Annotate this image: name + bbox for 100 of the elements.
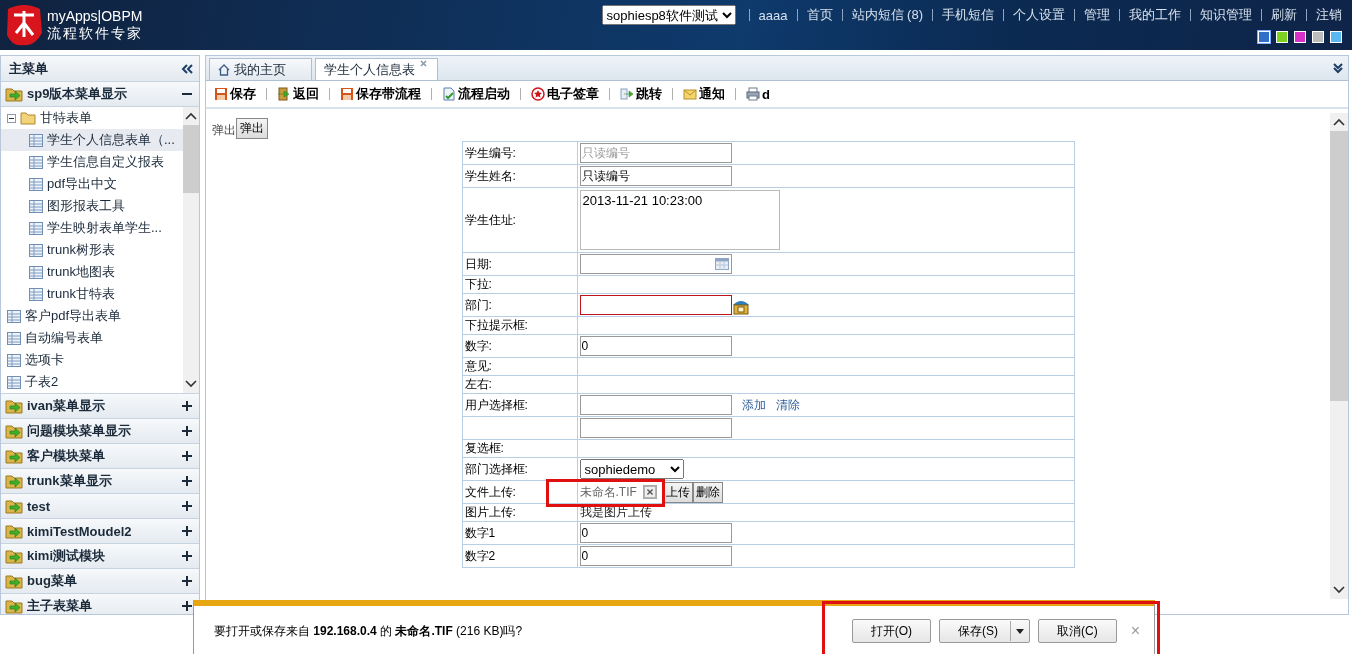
tree-item[interactable]: 学生信息自定义报表 <box>1 151 183 173</box>
tree-item[interactable]: pdf导出中文 <box>1 173 183 195</box>
link[interactable]: 清除 <box>775 398 800 412</box>
input-field[interactable]: 0 <box>579 336 732 356</box>
link[interactable]: 添加 <box>741 398 766 412</box>
popup-label: 弹出 <box>212 122 236 139</box>
scroll-down-icon <box>1333 586 1345 594</box>
input-field[interactable] <box>579 418 732 438</box>
tree-item[interactable]: 图形报表工具 <box>1 195 183 217</box>
tree-item[interactable]: 自动编号表单 <box>1 327 183 349</box>
toolbar-button[interactable]: 保存带流程 <box>338 84 423 104</box>
calendar-icon <box>714 258 729 270</box>
input-field[interactable] <box>579 295 732 315</box>
tree-item[interactable]: 子表2 <box>1 371 183 393</box>
field-label: 下拉提示框: <box>462 316 577 335</box>
nav-link[interactable]: 首页 <box>806 6 833 24</box>
scrollbar[interactable] <box>183 107 199 393</box>
toolbar-button[interactable]: 电子签章 <box>529 84 601 104</box>
toolbar-button[interactable]: 跳转 <box>618 84 664 104</box>
menu-group[interactable]: 客户模块菜单 <box>1 444 199 469</box>
theme-swatch[interactable] <box>1276 31 1288 43</box>
table-icon <box>29 177 43 191</box>
file-name: 未命名.TIF <box>579 483 637 501</box>
scroll-thumb[interactable] <box>1330 131 1348 401</box>
theme-swatch[interactable] <box>1258 31 1270 43</box>
printer-icon <box>746 87 760 101</box>
theme-swatch[interactable] <box>1330 31 1342 43</box>
toolbar-button[interactable]: 通知 <box>681 84 727 104</box>
expand-icon <box>181 500 193 512</box>
app-select[interactable]: sophiesp8软件测试 <box>601 5 736 25</box>
folder-arrow-icon <box>5 598 23 614</box>
nav-link[interactable]: 站内短信 (8) <box>851 6 923 24</box>
text-area[interactable]: 2013-11-21 10:23:00 <box>579 190 780 250</box>
date-field[interactable] <box>579 254 732 274</box>
double-chevron-icon[interactable] <box>181 63 193 74</box>
nav-link[interactable]: 我的工作 <box>1129 6 1181 24</box>
download-message: 要打开或保存来自 192.168.0.4 的 未命名.TIF (216 KB)吗? <box>213 622 523 640</box>
remove-icon[interactable] <box>642 485 657 499</box>
toolbar-button[interactable]: d <box>744 85 772 103</box>
tree-item[interactable]: trunk甘特表 <box>1 283 183 305</box>
dropdown[interactable]: sophiedemo <box>579 459 684 479</box>
menu-group[interactable]: test <box>1 494 199 519</box>
theme-swatch[interactable] <box>1312 31 1324 43</box>
menu-group[interactable]: kimiTestMoudel2 <box>1 519 199 544</box>
menu-group[interactable]: sp9版本菜单显示 <box>1 82 199 107</box>
nav-link[interactable]: 刷新 <box>1271 6 1297 24</box>
menu-group[interactable]: kimi测试模块 <box>1 544 199 569</box>
button[interactable]: 打开(O) <box>851 619 931 643</box>
tree-item[interactable]: 客户pdf导出表单 <box>1 305 183 327</box>
button[interactable]: 取消(C) <box>1038 619 1117 643</box>
tree-item[interactable]: 选项卡 <box>1 349 183 371</box>
input-field[interactable] <box>579 395 732 415</box>
tree-item[interactable]: 学生个人信息表单（... <box>1 129 183 151</box>
nav-link[interactable]: 个人设置 <box>1013 6 1065 24</box>
scroll-thumb[interactable] <box>183 125 199 193</box>
nav-link[interactable]: 手机短信 <box>942 6 994 24</box>
collapse-icon <box>7 113 16 123</box>
input-field[interactable]: 0 <box>579 523 732 543</box>
folder-arrow-icon <box>5 523 23 539</box>
menu-group[interactable]: 问题模块菜单显示 <box>1 419 199 444</box>
menu-group[interactable]: bug菜单 <box>1 569 199 594</box>
popup-button[interactable]: 弹出 <box>236 118 268 139</box>
field-label: 日期: <box>462 252 577 276</box>
input-field[interactable]: 0 <box>579 546 732 566</box>
folder-arrow-icon <box>5 548 23 564</box>
tree-item[interactable]: trunk地图表 <box>1 261 183 283</box>
tree-item[interactable]: 学生映射表单学生... <box>1 217 183 239</box>
expand-icon <box>181 550 193 562</box>
menu-group-label: trunk菜单显示 <box>27 472 113 490</box>
input-field[interactable]: 只读编号 <box>579 166 732 186</box>
expand-icon <box>181 575 193 587</box>
tab[interactable]: 学生个人信息表 <box>315 58 438 80</box>
menu-group-label: kimiTestMoudel2 <box>27 523 133 539</box>
menu-group[interactable]: 主子表菜单 <box>1 594 199 614</box>
folder-arrow-icon <box>5 473 23 489</box>
table-icon <box>29 243 43 257</box>
menu-group[interactable]: trunk菜单显示 <box>1 469 199 494</box>
nav-link[interactable]: aaaa <box>758 7 788 23</box>
nav-link[interactable]: 管理 <box>1084 6 1110 24</box>
scrollbar[interactable] <box>1330 113 1348 599</box>
menu-group-label: bug菜单 <box>27 572 78 590</box>
tree-item[interactable]: 甘特表单 <box>1 107 183 129</box>
button[interactable]: 保存(S) <box>939 619 1030 643</box>
field-label: 意见: <box>462 357 577 376</box>
logo-title: myApps|OBPM <box>47 8 143 25</box>
field-label: 部门: <box>462 293 577 317</box>
toolbar-button[interactable]: 流程启动 <box>440 84 512 104</box>
toolbar-button[interactable]: 保存 <box>212 84 258 104</box>
save-icon <box>214 87 228 101</box>
toolbar-button[interactable]: 返回 <box>275 84 321 104</box>
nav-link[interactable]: 知识管理 <box>1200 6 1252 24</box>
folder-arrow-icon <box>5 86 23 102</box>
nav-link[interactable]: 注销 <box>1316 6 1342 24</box>
expand-icon <box>181 600 193 612</box>
tree-item[interactable]: trunk树形表 <box>1 239 183 261</box>
tab[interactable]: 我的主页 <box>209 58 312 80</box>
button[interactable]: 删除 <box>692 481 723 503</box>
home-icon <box>218 63 230 76</box>
menu-group[interactable]: ivan菜单显示 <box>1 394 199 419</box>
theme-swatch[interactable] <box>1294 31 1306 43</box>
